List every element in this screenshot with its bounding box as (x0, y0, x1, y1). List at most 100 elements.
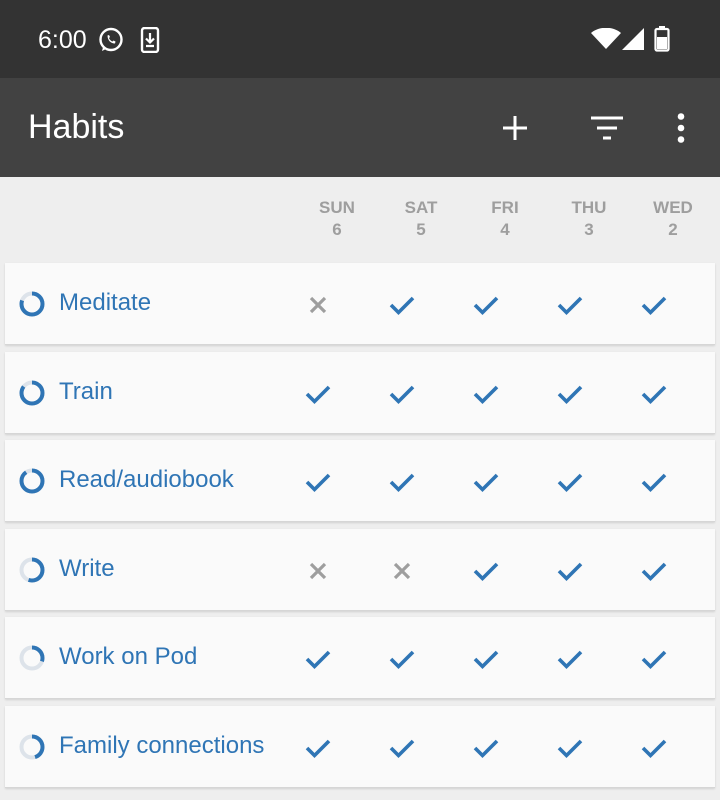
checkmark-toggle[interactable] (550, 285, 590, 325)
cross-icon (309, 562, 327, 580)
checkmark-toggle[interactable] (634, 728, 674, 768)
checkmark-icon (305, 473, 331, 493)
filter-button[interactable] (581, 102, 633, 154)
battery-icon (654, 26, 670, 52)
checkmark-icon (557, 739, 583, 759)
add-habit-button[interactable] (489, 102, 541, 154)
checkmark-icon (557, 296, 583, 316)
wifi-icon (591, 28, 621, 49)
checkmark-icon (641, 385, 667, 405)
checkmark-icon (473, 650, 499, 670)
checkmark-icon (473, 385, 499, 405)
day-header-sat: SAT 5 (379, 197, 463, 241)
checkmark-toggle[interactable] (550, 639, 590, 679)
checkmark-icon (473, 739, 499, 759)
checkmark-toggle[interactable] (382, 728, 422, 768)
checkmark-toggle[interactable] (466, 285, 506, 325)
cross-toggle[interactable] (382, 551, 422, 591)
checkmark-toggle[interactable] (382, 374, 422, 414)
checkmark-toggle[interactable] (382, 285, 422, 325)
checkmark-toggle[interactable] (634, 551, 674, 591)
checkmark-toggle[interactable] (382, 639, 422, 679)
day-date: 2 (668, 220, 678, 239)
cross-toggle[interactable] (298, 285, 338, 325)
checkmark-toggle[interactable] (466, 462, 506, 502)
download-icon (140, 27, 160, 53)
checkmark-toggle[interactable] (634, 374, 674, 414)
checkmark-toggle[interactable] (466, 374, 506, 414)
status-time: 6:00 (38, 26, 87, 54)
habit-name: Meditate (59, 289, 152, 316)
checkmark-icon (641, 473, 667, 493)
checkmark-toggle[interactable] (298, 639, 338, 679)
habit-score-ring-icon (19, 557, 45, 583)
day-name: WED (653, 198, 693, 217)
habit-name: Write (59, 555, 115, 582)
checkmark-toggle[interactable] (550, 551, 590, 591)
checkmark-toggle[interactable] (550, 374, 590, 414)
checkmark-toggle[interactable] (466, 728, 506, 768)
habit-name: Family connections (59, 732, 265, 759)
overflow-menu-button[interactable] (655, 102, 707, 154)
habit-row[interactable]: Train (5, 352, 715, 434)
day-date: 6 (332, 220, 342, 239)
checkmark-icon (305, 650, 331, 670)
cross-toggle[interactable] (298, 551, 338, 591)
checkmark-icon (389, 739, 415, 759)
whatsapp-icon (99, 27, 123, 52)
checkmark-icon (641, 562, 667, 582)
day-date: 5 (416, 220, 426, 239)
checkmark-toggle[interactable] (634, 639, 674, 679)
habit-row[interactable]: Write (5, 529, 715, 611)
day-date: 4 (500, 220, 510, 239)
habit-name: Work on Pod (59, 643, 198, 670)
day-date: 3 (584, 220, 594, 239)
day-header-sun: SUN 6 (295, 197, 379, 241)
day-name: SUN (319, 198, 355, 217)
checkmark-toggle[interactable] (298, 728, 338, 768)
checkmark-toggle[interactable] (382, 462, 422, 502)
checkmark-icon (641, 739, 667, 759)
checkmark-toggle[interactable] (466, 551, 506, 591)
app-title: Habits (28, 108, 125, 146)
cross-icon (309, 296, 327, 314)
day-header-thu: THU 3 (547, 197, 631, 241)
habit-score-ring-icon (19, 645, 45, 671)
checkmark-icon (305, 385, 331, 405)
checkmark-icon (641, 650, 667, 670)
habit-row[interactable]: Work on Pod (5, 617, 715, 699)
filter-icon (591, 116, 623, 140)
checkmark-icon (557, 650, 583, 670)
cross-icon (393, 562, 411, 580)
habit-score-ring-icon (19, 468, 45, 494)
checkmark-toggle[interactable] (550, 462, 590, 502)
checkmark-icon (557, 473, 583, 493)
day-name: SAT (404, 198, 438, 217)
day-name: FRI (491, 198, 519, 217)
add-icon (503, 116, 527, 140)
checkmark-icon (389, 473, 415, 493)
checkmark-toggle[interactable] (550, 728, 590, 768)
habit-row[interactable]: Read/audiobook (5, 440, 715, 522)
checkmark-icon (473, 473, 499, 493)
checkmark-toggle[interactable] (298, 462, 338, 502)
habit-name: Train (59, 378, 113, 405)
checkmark-toggle[interactable] (634, 285, 674, 325)
checkmark-icon (389, 385, 415, 405)
checkmark-toggle[interactable] (466, 639, 506, 679)
checkmark-icon (389, 296, 415, 316)
checkmark-icon (473, 296, 499, 316)
day-header-fri: FRI 4 (463, 197, 547, 241)
day-header-wed: WED 2 (631, 197, 715, 241)
habit-row[interactable]: Meditate (5, 263, 715, 345)
habit-row[interactable]: Family connections (5, 706, 715, 788)
checkmark-toggle[interactable] (634, 462, 674, 502)
status-bar: 6:00 (0, 0, 720, 78)
checkmark-toggle[interactable] (298, 374, 338, 414)
habit-score-ring-icon (19, 380, 45, 406)
checkmark-icon (389, 650, 415, 670)
day-header-row: SUN 6 SAT 5 FRI 4 THU 3 WED 2 (0, 177, 720, 261)
more-vert-icon (677, 113, 685, 143)
habit-score-ring-icon (19, 291, 45, 317)
checkmark-icon (473, 562, 499, 582)
